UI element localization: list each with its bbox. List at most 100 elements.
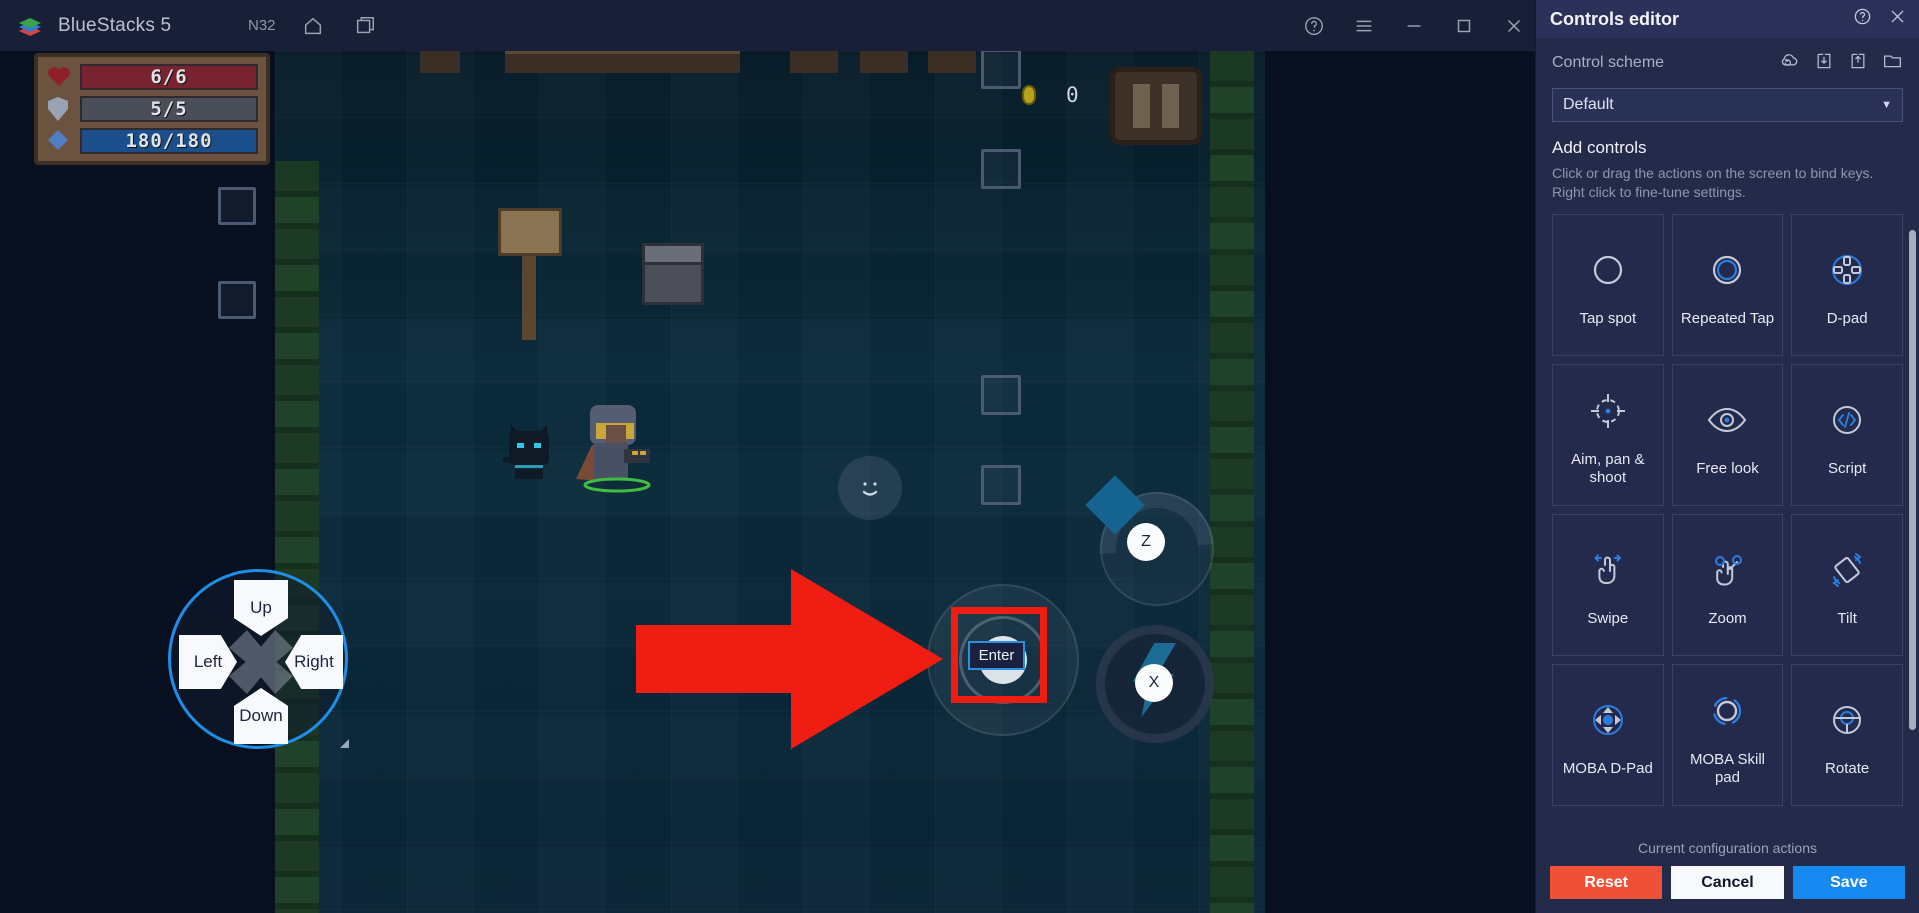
bluestacks-logo	[16, 12, 44, 40]
smiley-tap-icon[interactable]	[838, 456, 902, 520]
control-scheme-label: Control scheme	[1552, 54, 1665, 71]
home-icon[interactable]	[298, 11, 328, 41]
dpad-core	[229, 630, 293, 694]
free-look-icon	[1705, 392, 1749, 448]
export-icon[interactable]	[1848, 51, 1868, 76]
control-tile-label: D-pad	[1826, 309, 1868, 327]
control-scheme-icons	[1779, 50, 1903, 76]
coin-count-value: 0	[1066, 83, 1079, 107]
control-tile-label: Script	[1827, 459, 1867, 477]
control-tile-label: Rotate	[1825, 759, 1870, 777]
control-scheme-block: Control scheme Default ▼	[1536, 38, 1919, 122]
bluestacks-titlebar: BlueStacks 5 N32	[0, 0, 1535, 51]
add-controls-title: Add controls	[1552, 138, 1647, 157]
control-tile-repeated-tap[interactable]: Repeated Tap	[1671, 213, 1784, 356]
control-tile-tap-spot[interactable]: Tap spot	[1552, 213, 1664, 356]
player-hud: 6/6 5/5 180/180	[34, 53, 270, 165]
rotate-icon	[1826, 692, 1868, 748]
hamburger-menu-icon[interactable]	[1349, 11, 1379, 41]
app-root: BlueStacks 5 N32 6/6 5/5 180/180 0 Up Le…	[0, 0, 1919, 913]
chevron-down-icon: ▼	[1881, 99, 1892, 111]
control-tile-zoom[interactable]: Zoom	[1671, 513, 1784, 656]
heart-icon	[46, 64, 74, 90]
cloud-restore-icon[interactable]	[1779, 50, 1800, 76]
health-bar: 6/6	[80, 63, 258, 90]
control-tile-swipe[interactable]: Swipe	[1552, 513, 1664, 656]
controls-grid: Tap spot Repeated Tap D-pad Aim, pan & s…	[1552, 213, 1903, 806]
control-tile-rotate[interactable]: Rotate	[1791, 663, 1903, 806]
signboard	[498, 208, 562, 256]
control-scheme-selected-value: Default	[1563, 96, 1614, 113]
hedge-column-left	[275, 161, 319, 913]
help-circle-icon[interactable]	[1853, 7, 1872, 31]
panel-header: Controls editor	[1536, 0, 1919, 38]
hedge-column-right	[1210, 51, 1254, 913]
dpad-key-down[interactable]: Down	[234, 688, 288, 744]
panel-scrollbar[interactable]	[1909, 229, 1916, 730]
health-value: 6/6	[150, 65, 188, 88]
control-tile-moba-skill-pad[interactable]: MOBA Skill pad	[1671, 663, 1784, 806]
ceiling-beam	[505, 51, 740, 73]
control-tile-script[interactable]: Script	[1791, 363, 1903, 506]
control-tile-label: Free look	[1696, 459, 1759, 477]
gem-icon	[46, 128, 74, 154]
control-tile-tilt[interactable]: Tilt	[1791, 513, 1903, 656]
panel-title: Controls editor	[1550, 8, 1679, 29]
footer-note: Current configuration actions	[1638, 840, 1817, 856]
help-circle-icon[interactable]	[1299, 11, 1329, 41]
close-icon[interactable]	[1499, 11, 1529, 41]
shield-value: 5/5	[150, 97, 188, 120]
shield-bar: 5/5	[80, 95, 258, 122]
hud-shield-row: 5/5	[46, 95, 258, 122]
multi-instance-icon[interactable]	[350, 11, 380, 41]
control-tile-aim-pan-shoot[interactable]: Aim, pan & shoot	[1552, 363, 1664, 506]
wall-window	[981, 375, 1021, 415]
player-character	[572, 401, 662, 493]
cancel-button[interactable]: Cancel	[1671, 866, 1784, 899]
wall-window	[981, 149, 1021, 189]
overlay-z-key-label[interactable]: Z	[1127, 523, 1165, 561]
tilt-icon	[1825, 542, 1869, 598]
game-viewport[interactable]: 6/6 5/5 180/180 0 Up Left Right Down Ent…	[0, 51, 1535, 913]
control-tile-free-look[interactable]: Free look	[1671, 363, 1784, 506]
red-arrow-pointer	[636, 569, 966, 749]
mana-bar: 180/180	[80, 128, 258, 155]
overlay-dpad[interactable]: Up Left Right Down	[168, 569, 348, 749]
control-tile-label: Tilt	[1837, 609, 1857, 627]
app-title: BlueStacks 5	[58, 14, 172, 36]
ceiling-beam	[420, 51, 460, 73]
folder-icon[interactable]	[1882, 50, 1903, 76]
minimize-icon[interactable]	[1399, 11, 1429, 41]
dpad-key-right[interactable]: Right	[285, 635, 343, 689]
control-scheme-row: Control scheme	[1552, 50, 1903, 76]
shield-icon	[46, 96, 74, 122]
add-controls-block: Add controls Click or drag the actions o…	[1536, 122, 1919, 206]
wall-window	[981, 51, 1021, 89]
control-tile-dpad[interactable]: D-pad	[1791, 213, 1903, 356]
dpad-resize-handle[interactable]	[340, 739, 349, 748]
swipe-icon	[1587, 542, 1629, 598]
zoom-icon	[1706, 542, 1748, 598]
control-tile-label: Aim, pan & shoot	[1571, 450, 1645, 486]
overlay-x-key-label[interactable]: X	[1135, 664, 1173, 702]
control-tile-moba-dpad[interactable]: MOBA D-Pad	[1552, 663, 1664, 806]
import-icon[interactable]	[1814, 51, 1834, 76]
coin-counter: 0	[1022, 83, 1079, 107]
controls-editor-panel: Controls editor Control scheme Default ▼…	[1535, 0, 1919, 913]
pause-icon[interactable]	[1110, 67, 1202, 145]
save-button[interactable]: Save	[1792, 866, 1905, 899]
maximize-icon[interactable]	[1449, 11, 1479, 41]
control-scheme-select[interactable]: Default ▼	[1552, 88, 1903, 122]
panel-header-icons	[1853, 7, 1907, 31]
dpad-key-up[interactable]: Up	[234, 580, 288, 636]
reset-button[interactable]: Reset	[1550, 866, 1663, 899]
footer-buttons: Reset Cancel Save	[1550, 866, 1905, 899]
control-tile-label: Tap spot	[1579, 309, 1637, 327]
close-icon[interactable]	[1888, 7, 1907, 31]
cat-sprite	[503, 423, 555, 481]
dpad-key-left[interactable]: Left	[179, 635, 237, 689]
wall-window	[218, 281, 256, 319]
mana-value: 180/180	[125, 130, 213, 153]
control-tile-label: Swipe	[1587, 609, 1629, 627]
panel-footer: Current configuration actions Reset Canc…	[1536, 824, 1919, 913]
